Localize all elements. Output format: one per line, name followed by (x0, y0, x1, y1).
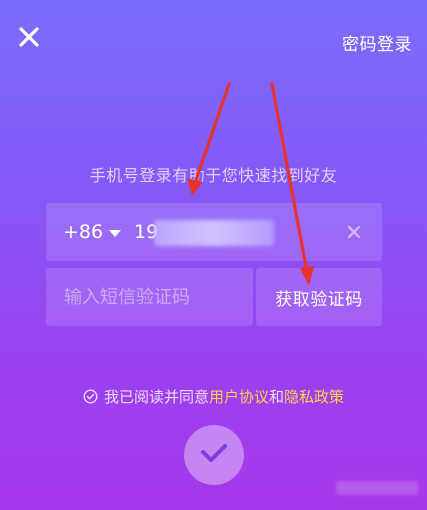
caret-down-icon (109, 221, 122, 243)
phone-field: +86 (46, 203, 382, 261)
user-agreement-link[interactable]: 用户协议 (209, 386, 269, 407)
close-button[interactable] (14, 24, 44, 54)
country-code-label: +86 (63, 221, 104, 243)
agreement-row: 我已阅读并同意 用户协议 和 隐私政策 (0, 386, 427, 407)
privacy-policy-link[interactable]: 隐私政策 (284, 386, 344, 407)
agreement-prefix: 我已阅读并同意 (103, 388, 209, 406)
sms-code-field (46, 268, 253, 326)
country-code-selector[interactable]: +86 (63, 221, 122, 243)
checkmark-circle-icon[interactable] (83, 389, 98, 404)
clear-icon (346, 225, 362, 244)
close-icon (18, 26, 40, 52)
page-subtitle: 手机号登录有助于您快速找到好友 (89, 166, 338, 185)
clear-phone-button[interactable] (346, 224, 362, 240)
submit-button[interactable] (184, 425, 244, 485)
sms-code-input[interactable] (64, 283, 244, 311)
get-code-button[interactable]: 获取验证码 (256, 268, 382, 326)
agreement-and: 和 (269, 388, 285, 406)
checkmark-icon (199, 442, 229, 468)
redacted-phone-mask (154, 220, 274, 246)
blurred-watermark (336, 481, 418, 495)
password-login-link[interactable]: 密码登录 (342, 30, 412, 55)
